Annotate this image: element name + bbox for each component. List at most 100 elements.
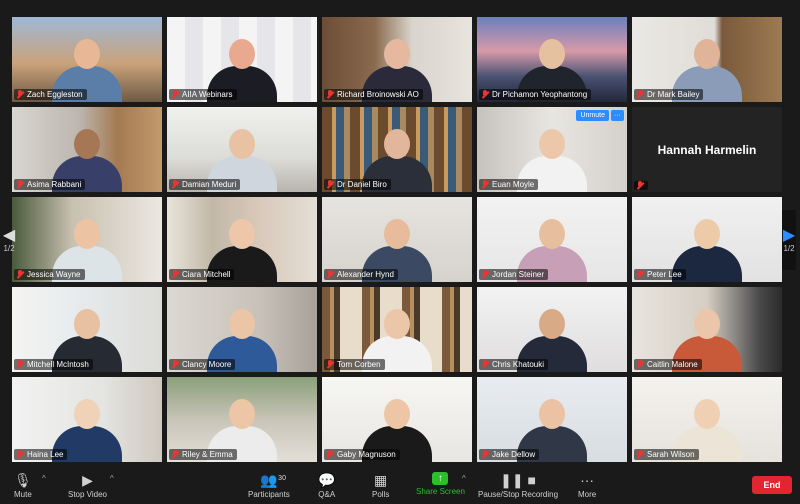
participant-label: [634, 181, 648, 190]
muted-microphone-icon: [16, 360, 24, 369]
participant-head: [694, 39, 720, 69]
stop-video-button[interactable]: ▶ Stop Video: [68, 472, 107, 499]
participant-head: [539, 399, 565, 429]
video-options-caret[interactable]: ^: [110, 474, 114, 483]
qa-button[interactable]: 💬 Q&A: [318, 472, 335, 499]
participant-tile[interactable]: Jordan Steiner: [477, 197, 627, 282]
next-page-button[interactable]: ▶ 1/2: [782, 210, 796, 270]
participant-tile[interactable]: Haina Lee: [12, 377, 162, 462]
unmute-button[interactable]: Unmute: [576, 110, 609, 121]
qa-label: Q&A: [318, 490, 336, 499]
share-screen-button[interactable]: ↑ Share Screen: [416, 472, 465, 496]
participant-tile[interactable]: Ciara Mitchell: [167, 197, 317, 282]
muted-microphone-icon: [636, 270, 644, 279]
participant-head: [694, 309, 720, 339]
participant-tile[interactable]: Jessica Wayne: [12, 197, 162, 282]
participants-button[interactable]: 👥 30 Participants: [248, 472, 290, 499]
participant-label: Chris Khatouki: [479, 359, 549, 370]
participant-label: Ciara Mitchell: [169, 269, 235, 280]
muted-microphone-icon: [481, 450, 489, 459]
participant-tile[interactable]: Dr Mark Bailey: [632, 17, 782, 102]
participant-tile[interactable]: Caitlin Malone: [632, 287, 782, 372]
participant-head: [229, 309, 255, 339]
tile-more-button[interactable]: ···: [611, 110, 624, 121]
participant-tile[interactable]: Riley & Emma: [167, 377, 317, 462]
participant-name: Richard Broinowski AO: [337, 90, 419, 99]
share-screen-icon: ↑: [432, 472, 449, 485]
participant-head: [74, 309, 100, 339]
participant-head: [539, 129, 565, 159]
participant-label: Asima Rabbani: [14, 179, 86, 190]
participant-label: Peter Lee: [634, 269, 686, 280]
muted-microphone-icon: [326, 90, 334, 99]
participant-label: Caitlin Malone: [634, 359, 702, 370]
participant-tile[interactable]: Dr Pichamon Yeophantong: [477, 17, 627, 102]
participants-icon: 👥 30: [260, 472, 286, 488]
participant-name: Jordan Steiner: [492, 270, 545, 279]
qa-icon: 💬: [318, 472, 336, 488]
participant-label: Richard Broinowski AO: [324, 89, 423, 100]
participant-tile[interactable]: AIIA Webinars: [167, 17, 317, 102]
participant-head: [229, 129, 255, 159]
mute-options-caret[interactable]: ^: [42, 474, 46, 483]
video-grid: Zach Eggleston AIIA Webinars Richard Broin…: [12, 17, 782, 463]
muted-microphone-icon: [326, 180, 334, 189]
participant-tile[interactable]: Dr Daniel Biro: [322, 107, 472, 192]
participant-tile[interactable]: Unmute ··· Euan Moyle: [477, 107, 627, 192]
muted-microphone-icon: [171, 90, 179, 99]
share-options-caret[interactable]: ^: [462, 474, 466, 483]
participant-tile[interactable]: Jake Dellow: [477, 377, 627, 462]
participant-name: AIIA Webinars: [182, 90, 233, 99]
participant-label: Alexander Hynd: [324, 269, 398, 280]
muted-microphone-icon: [171, 270, 179, 279]
pause-recording-label: Pause/Stop Recording: [478, 490, 559, 499]
participant-head: [384, 39, 410, 69]
more-button[interactable]: ··· More: [578, 472, 596, 499]
participant-tile[interactable]: Damian Meduri: [167, 107, 317, 192]
participant-tile[interactable]: Peter Lee: [632, 197, 782, 282]
page-indicator-right: 1/2: [783, 243, 795, 253]
polls-button[interactable]: ▦ Polls: [372, 472, 389, 499]
prev-page-button[interactable]: ◀ 1/2: [2, 210, 16, 270]
participant-label: Sarah Wilson: [634, 449, 699, 460]
participant-tile[interactable]: Mitchell McIntosh: [12, 287, 162, 372]
participant-tile[interactable]: Hannah Harmelin: [632, 107, 782, 192]
participant-label: Damian Meduri: [169, 179, 241, 190]
mute-button[interactable]: 🎙 Mute: [14, 472, 32, 499]
end-meeting-button[interactable]: End: [752, 476, 792, 494]
participant-label: Jessica Wayne: [14, 269, 85, 280]
participant-name: Euan Moyle: [492, 180, 535, 189]
page-indicator-left: 1/2: [3, 243, 15, 253]
muted-microphone-icon: [16, 270, 24, 279]
participant-tile[interactable]: Sarah Wilson: [632, 377, 782, 462]
participant-tile[interactable]: Clancy Moore: [167, 287, 317, 372]
participant-tile[interactable]: Tom Corben: [322, 287, 472, 372]
participant-name: Clancy Moore: [182, 360, 232, 369]
participant-tile[interactable]: Chris Khatouki: [477, 287, 627, 372]
participant-name: Riley & Emma: [182, 450, 233, 459]
participant-name: Gaby Magnuson: [337, 450, 396, 459]
participant-name: Sarah Wilson: [647, 450, 695, 459]
participant-tile[interactable]: Asima Rabbani: [12, 107, 162, 192]
participant-head: [539, 39, 565, 69]
participant-tile[interactable]: Alexander Hynd: [322, 197, 472, 282]
participant-head: [694, 399, 720, 429]
participant-label: Gaby Magnuson: [324, 449, 400, 460]
participant-name: Alexander Hynd: [337, 270, 394, 279]
participant-tile[interactable]: Gaby Magnuson: [322, 377, 472, 462]
participant-head: [74, 399, 100, 429]
participant-tile[interactable]: Richard Broinowski AO: [322, 17, 472, 102]
participant-name: Dr Pichamon Yeophantong: [492, 90, 588, 99]
participant-name: Jake Dellow: [492, 450, 536, 459]
participant-name: Mitchell McIntosh: [27, 360, 89, 369]
participant-label: Jordan Steiner: [479, 269, 549, 280]
chevron-right-icon: ▶: [782, 226, 796, 244]
participant-label: Euan Moyle: [479, 179, 539, 190]
pause-stop-recording-button[interactable]: ❚❚ ■ Pause/Stop Recording: [478, 472, 558, 499]
participant-tile[interactable]: Zach Eggleston: [12, 17, 162, 102]
share-screen-label: Share Screen: [416, 487, 465, 496]
participant-label: Dr Mark Bailey: [634, 89, 704, 100]
participant-label: Riley & Emma: [169, 449, 237, 460]
participant-head: [384, 399, 410, 429]
participant-head: [384, 129, 410, 159]
